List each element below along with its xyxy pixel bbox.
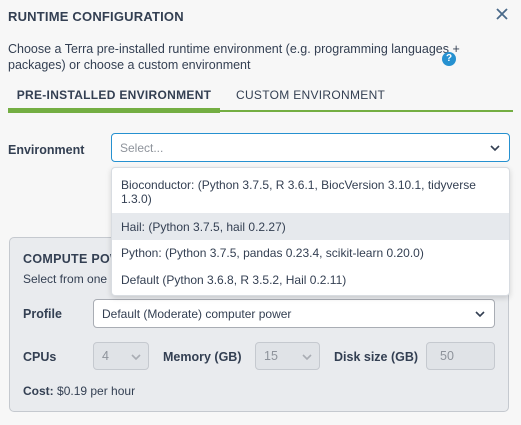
chevron-down-icon [130, 351, 142, 363]
environment-label: Environment [8, 143, 85, 157]
environment-option-hail[interactable]: Hail: (Python 3.7.5, hail 0.2.27) [112, 213, 509, 240]
cpus-select-value: 4 [102, 349, 109, 363]
disk-size-input[interactable]: 50 [426, 342, 495, 370]
cost-label: Cost: [23, 384, 54, 398]
profile-select-value: Default (Moderate) computer power [102, 307, 292, 321]
memory-label: Memory (GB) [163, 350, 242, 364]
environment-option-default[interactable]: Default (Python 3.6.8, R 3.5.2, Hail 0.2… [112, 273, 509, 287]
environment-dropdown-menu: Bioconductor: (Python 3.7.5, R 3.6.1, Bi… [111, 167, 510, 296]
tab-selected-underline [8, 108, 220, 113]
profile-select[interactable]: Default (Moderate) computer power [93, 299, 495, 328]
cpus-label: CPUs [23, 350, 57, 364]
close-button[interactable] [494, 6, 510, 22]
memory-select[interactable]: 15 [255, 342, 320, 370]
cpus-select[interactable]: 4 [93, 342, 149, 370]
environment-tabs: PRE-INSTALLED ENVIRONMENT CUSTOM ENVIRON… [8, 86, 513, 113]
dialog-title: RUNTIME CONFIGURATION [8, 9, 184, 24]
environment-select-placeholder: Select... [120, 141, 164, 155]
dialog-description: Choose a Terra pre-installed runtime env… [8, 42, 460, 72]
help-icon[interactable]: ? [442, 52, 456, 66]
environment-option-bioconductor[interactable]: Bioconductor: (Python 3.7.5, R 3.6.1, Bi… [112, 178, 509, 206]
disk-size-value: 50 [440, 349, 454, 363]
close-icon [496, 8, 508, 20]
compute-title: COMPUTE POW [23, 252, 123, 266]
profile-label: Profile [23, 307, 62, 321]
disk-size-label: Disk size (GB) [334, 350, 419, 364]
memory-select-value: 15 [264, 349, 278, 363]
cost-value: $0.19 per hour [57, 384, 136, 398]
environment-select[interactable]: Select... [111, 133, 510, 162]
tab-pre-installed-label: PRE-INSTALLED ENVIRONMENT [16, 88, 212, 102]
chevron-down-icon [474, 308, 486, 320]
chevron-down-icon [489, 142, 501, 154]
tab-pre-installed[interactable]: PRE-INSTALLED ENVIRONMENT [8, 86, 220, 113]
compute-description: Select from one [23, 272, 108, 286]
cost-line: Cost: $0.19 per hour [23, 384, 135, 398]
environment-option-python[interactable]: Python: (Python 3.7.5, pandas 0.23.4, sc… [112, 246, 509, 260]
tab-custom[interactable]: CUSTOM ENVIRONMENT [236, 86, 385, 110]
chevron-down-icon [301, 351, 313, 363]
